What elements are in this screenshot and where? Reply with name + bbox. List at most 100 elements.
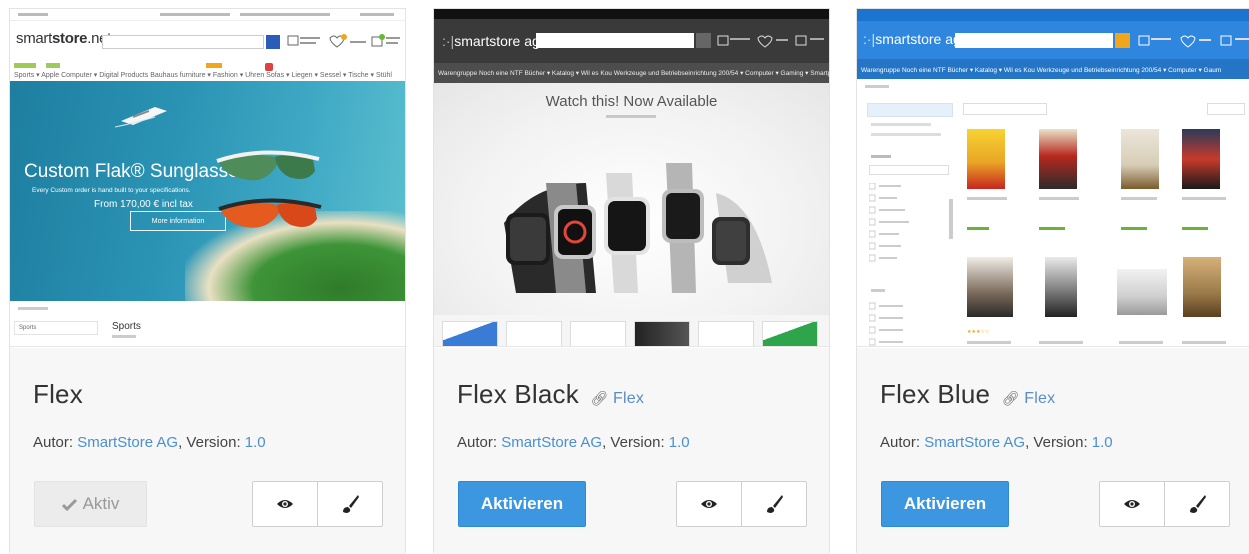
book-title-placeholder xyxy=(1119,341,1163,344)
filter-search xyxy=(869,165,949,175)
product-tile xyxy=(698,321,754,346)
theme-card-flex-blue: :·|smartstore ag Warengruppe Noch eine N… xyxy=(856,8,1249,554)
eye-icon xyxy=(1124,500,1140,508)
theme-actions xyxy=(1099,481,1230,527)
preview-topbar xyxy=(434,9,829,19)
preview-topbar-text xyxy=(18,13,48,16)
customize-button[interactable] xyxy=(317,482,382,526)
theme-preview-flex-black[interactable]: :·|smartstore ag Warengruppe Noch eine N… xyxy=(434,9,829,347)
active-label: Aktiv xyxy=(82,494,120,513)
stock-status xyxy=(1182,227,1208,230)
preview-topbar-text xyxy=(360,13,394,16)
book-cover xyxy=(1182,129,1220,189)
page-size-dropdown xyxy=(1207,103,1245,115)
book-title-placeholder xyxy=(1121,197,1157,200)
version-value: 1.0 xyxy=(244,434,266,451)
theme-info: Flex Blue 🔗︎ Flex Autor: SmartStore AG, … xyxy=(857,348,1249,554)
preview-button[interactable] xyxy=(677,482,741,526)
theme-card-flex: smartstore.net Sports ▾ Apple Computer ▾… xyxy=(9,8,406,554)
preview-topbar xyxy=(10,9,405,21)
version-value: 1.0 xyxy=(1091,434,1113,451)
preview-topbar-text xyxy=(240,13,330,16)
author-label: Autor: xyxy=(457,434,498,451)
sidebar-item xyxy=(871,123,931,126)
parent-theme-link[interactable]: 🔗︎ Flex xyxy=(1002,390,1056,407)
hero-title: Watch this! Now Available xyxy=(545,93,718,110)
preview-search-button xyxy=(1115,33,1130,48)
version-label: Version: xyxy=(186,434,241,451)
book-cover xyxy=(967,257,1013,317)
hero-subtitle-placeholder xyxy=(606,115,656,118)
sidebar-active-item xyxy=(867,103,953,117)
book-title-placeholder xyxy=(967,341,1011,344)
preview-header-icons xyxy=(717,35,824,48)
preview-header: :·|smartstore ag xyxy=(434,19,829,63)
theme-info: Flex Autor: SmartStore AG, Version: 1.0 … xyxy=(10,348,405,554)
hero-more-info-button: More information xyxy=(130,211,226,231)
theme-preview-flex-blue[interactable]: :·|smartstore ag Warengruppe Noch eine N… xyxy=(857,9,1249,347)
preview-logo: :·|smartstore ag xyxy=(442,33,540,49)
hero-subtitle: Every Custom order is hand built to your… xyxy=(32,187,191,194)
preview-search-button xyxy=(696,33,711,48)
customize-button[interactable] xyxy=(741,482,806,526)
preview-header-icons xyxy=(1138,35,1249,48)
watches-image xyxy=(504,163,772,293)
version-label: Version: xyxy=(1033,434,1088,451)
author-link[interactable]: SmartStore AG xyxy=(501,434,602,451)
preview-topbar xyxy=(857,9,1249,21)
book-cover xyxy=(967,129,1005,189)
author-link[interactable]: SmartStore AG xyxy=(77,434,178,451)
author-label: Autor: xyxy=(880,434,921,451)
section-subtitle-placeholder xyxy=(112,335,136,338)
product-tile xyxy=(442,321,498,346)
stock-status xyxy=(967,227,989,230)
theme-title: Flex xyxy=(33,379,83,409)
active-status-button: Aktiv xyxy=(34,481,147,527)
sunglasses-icon xyxy=(216,150,322,228)
svg-text:Warengruppe Noch eine NTF B: Warengruppe Noch eine NTF Bücher ▾ Katal… xyxy=(861,67,1221,74)
theme-preview-flex[interactable]: smartstore.net Sports ▾ Apple Computer ▾… xyxy=(10,9,405,347)
theme-title: Flex Black 🔗︎ Flex xyxy=(457,379,645,409)
version-label: Version: xyxy=(610,434,665,451)
book-cover xyxy=(1121,129,1159,189)
author-link[interactable]: SmartStore AG xyxy=(924,434,1025,451)
activate-button[interactable]: Aktivieren xyxy=(881,481,1009,527)
customize-button[interactable] xyxy=(1164,482,1229,526)
svg-text:Sports ▾ Apple Computer ▾: Sports ▾ Apple Computer ▾ Digital Produc… xyxy=(14,72,392,79)
sidebar-item-sports: Sports xyxy=(14,321,98,335)
parent-theme-link[interactable]: 🔗︎ Flex xyxy=(590,390,644,407)
eye-icon xyxy=(701,500,717,508)
sort-dropdown xyxy=(963,103,1047,115)
preview-search xyxy=(536,33,694,48)
preview-hero-banner: Custom Flak® Sunglasses Every Custom ord… xyxy=(10,81,405,301)
book-cover xyxy=(1045,257,1077,317)
theme-gallery: smartstore.net Sports ▾ Apple Computer ▾… xyxy=(0,0,1249,554)
preview-button[interactable] xyxy=(1100,482,1164,526)
author-label: Autor: xyxy=(33,434,74,451)
book-title-placeholder xyxy=(1182,341,1226,344)
theme-meta: Autor: SmartStore AG, Version: 1.0 xyxy=(457,434,690,451)
preview-nav: Warengruppe Noch eine NTF Bücher ▾ Katal… xyxy=(434,63,829,83)
brush-icon xyxy=(343,495,359,513)
boat-icon xyxy=(115,107,167,128)
breadcrumb-placeholder xyxy=(865,85,889,88)
theme-actions xyxy=(252,481,383,527)
book-title-placeholder xyxy=(1039,341,1083,344)
theme-meta: Autor: SmartStore AG, Version: 1.0 xyxy=(33,434,266,451)
preview-logo: smartstore.net xyxy=(16,30,112,47)
theme-info: Flex Black 🔗︎ Flex Autor: SmartStore AG,… xyxy=(434,348,829,554)
filter-heading xyxy=(871,155,891,158)
book-cover xyxy=(1117,269,1167,315)
preview-button[interactable] xyxy=(253,482,317,526)
preview-hero-banner: Watch this! Now Available xyxy=(434,83,829,315)
link-icon: 🔗︎ xyxy=(590,390,609,406)
link-icon: 🔗︎ xyxy=(1001,390,1020,406)
activate-button[interactable]: Aktivieren xyxy=(458,481,586,527)
preview-search-button xyxy=(266,35,280,49)
section-title: Sports xyxy=(112,321,141,332)
filter-checklist xyxy=(869,183,953,346)
product-tile xyxy=(634,321,690,346)
product-tile xyxy=(570,321,626,346)
version-value: 1.0 xyxy=(668,434,690,451)
preview-nav: Warengruppe Noch eine NTF Bücher ▾ Katal… xyxy=(857,59,1249,79)
